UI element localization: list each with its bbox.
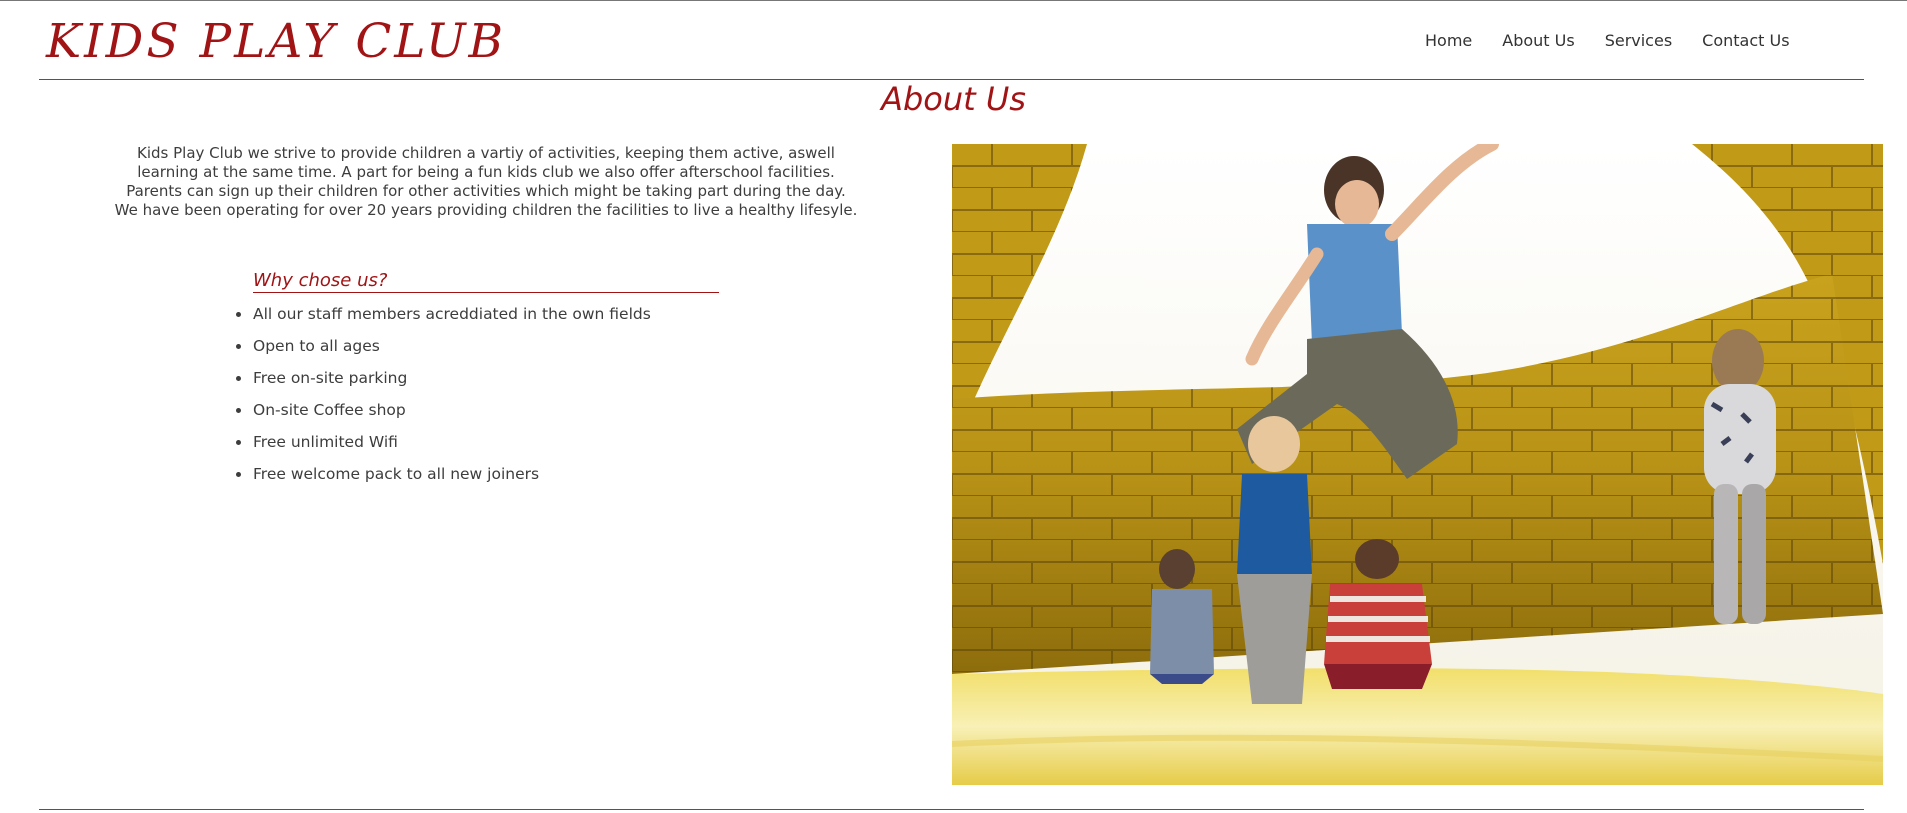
list-item: Free on-site parking: [236, 368, 651, 400]
list-item-text: Open to all ages: [253, 337, 380, 355]
why-heading: Why chose us?: [253, 270, 719, 293]
bullet-icon: [236, 344, 241, 349]
list-item: All our staff members acreddiated in the…: [236, 304, 651, 336]
bullet-icon: [236, 312, 241, 317]
nav-services-link[interactable]: Services: [1605, 31, 1672, 50]
intro-text: Kids Play Club we strive to provide chil…: [110, 144, 862, 220]
list-item-text: All our staff members acreddiated in the…: [253, 305, 651, 323]
footer-divider: [39, 809, 1864, 810]
intro-paragraph-2: We have been operating for over 20 years…: [114, 201, 858, 219]
page-title: About Us: [881, 80, 1026, 118]
bullet-icon: [236, 408, 241, 413]
nav-contact-link[interactable]: Contact Us: [1702, 31, 1789, 50]
list-item: Free welcome pack to all new joiners: [236, 464, 651, 496]
list-item: Free unlimited Wifi: [236, 432, 651, 464]
intro-paragraph: Kids Play Club we strive to provide chil…: [126, 144, 846, 200]
bullet-icon: [236, 440, 241, 445]
main-nav: Home About Us Services Contact Us: [1425, 31, 1820, 50]
bullet-icon: [236, 472, 241, 477]
list-item: Open to all ages: [236, 336, 651, 368]
list-item-text: Free on-site parking: [253, 369, 408, 387]
top-border: [0, 0, 1907, 1]
why-list: All our staff members acreddiated in the…: [236, 304, 651, 496]
list-item: On-site Coffee shop: [236, 400, 651, 432]
nav-home-link[interactable]: Home: [1425, 31, 1472, 50]
nav-about-link[interactable]: About Us: [1502, 31, 1574, 50]
list-item-text: On-site Coffee shop: [253, 401, 406, 419]
list-item-text: Free welcome pack to all new joiners: [253, 465, 540, 483]
bouncy-castle-photo: [952, 144, 1883, 785]
bullet-icon: [236, 376, 241, 381]
site-logo[interactable]: KIDS PLAY CLUB: [46, 14, 506, 69]
list-item-text: Free unlimited Wifi: [253, 433, 398, 451]
